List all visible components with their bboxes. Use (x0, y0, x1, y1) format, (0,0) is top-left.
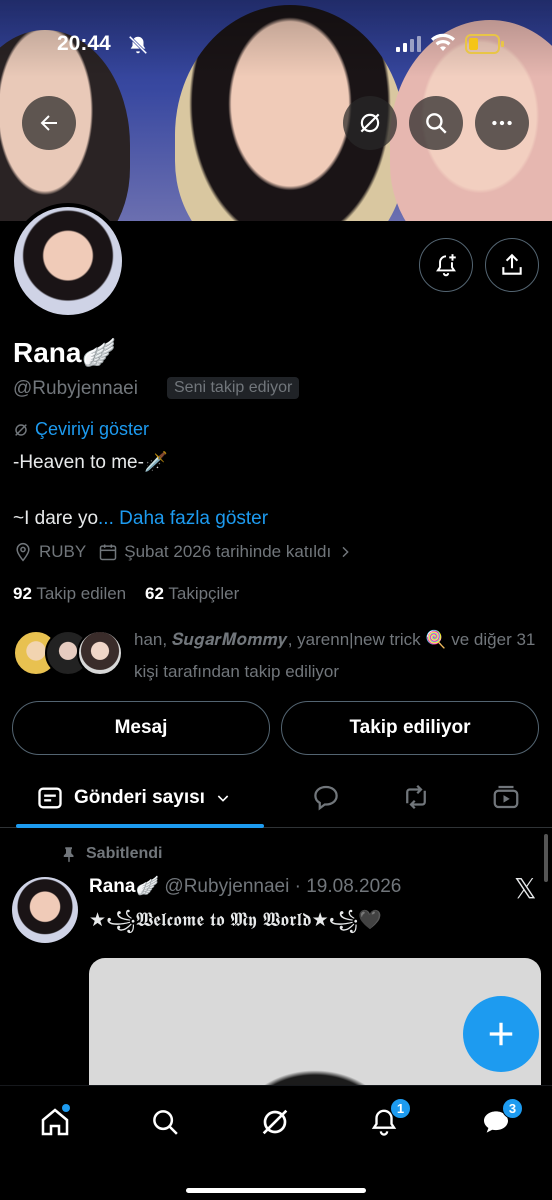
translate-label: Çeviriyi göster (35, 419, 150, 439)
location-text: RUBY (39, 542, 87, 561)
post-author-emoji: 🪽 (135, 876, 160, 897)
x-logo-icon[interactable]: 𝕏 (514, 872, 537, 905)
battery-icon (465, 33, 505, 60)
location-icon (16, 542, 30, 562)
arrow-left-icon (40, 115, 57, 131)
pinned-text: Sabitlendi (86, 845, 163, 862)
grok-icon (360, 113, 380, 133)
status-bar: 20:44 (0, 30, 552, 60)
show-more-link[interactable]: Daha fazla göster (119, 508, 268, 529)
active-tab-indicator (16, 824, 264, 828)
followers-link[interactable]: 62 Takipçiler (145, 584, 239, 603)
bottom-navigation: 1 3 (0, 1085, 552, 1200)
followers-label: Takipçiler (168, 584, 240, 603)
chevron-right-icon[interactable] (337, 544, 353, 560)
status-time: 20:44 (57, 32, 111, 55)
following-label: Takip edilen (36, 584, 127, 603)
bio-line-2-text: ~I dare yo (13, 508, 99, 529)
translate-bio-link[interactable]: Çeviriyi göster (13, 419, 149, 440)
post-date: 19.08.2026 (306, 876, 402, 897)
home-indicator[interactable] (186, 1188, 366, 1193)
profile-name: Rana🪽 (13, 336, 116, 369)
pinned-label: Sabitlendi (60, 845, 162, 863)
follows-you-badge: Seni takip ediyor (167, 377, 300, 399)
post-separator: · (294, 876, 301, 897)
search-icon (153, 1110, 178, 1135)
joined-date: Şubat 2026 tarihinde katıldı (124, 542, 332, 561)
following-button[interactable]: Takip ediliyor (281, 701, 539, 755)
bio-line-2: ~I dare yo... Daha fazla göster (13, 508, 268, 530)
post-author-avatar[interactable] (12, 877, 78, 943)
tab-replies[interactable] (311, 782, 341, 817)
plus-icon (489, 1022, 513, 1046)
tab-posts-label: Gönderi sayısı (74, 787, 205, 808)
following-count: 92 (13, 584, 32, 603)
silent-mode-icon (127, 34, 149, 61)
scrollbar[interactable] (544, 834, 548, 882)
name-emoji: 🪽 (81, 337, 117, 368)
post-author-handle[interactable]: @Rubyjennaei (164, 876, 289, 897)
share-profile-button[interactable] (485, 238, 539, 292)
calendar-icon (99, 544, 117, 561)
mutual-followers-avatars[interactable] (13, 630, 123, 680)
notifications-badge: 1 (390, 1098, 411, 1119)
profile-avatar[interactable] (10, 203, 126, 319)
reply-bubble-icon (314, 785, 338, 811)
followed-by-text[interactable]: han, 𝑺𝒖𝒈𝒂𝒓𝑴𝒐𝒎𝒎𝒚, yarenn|new trick 🍭 ve d… (134, 624, 539, 688)
tab-posts[interactable]: Gönderi sayısı (36, 784, 231, 812)
profile-meta: RUBY Şubat 2026 tarihinde katıldı (13, 542, 353, 562)
search-button[interactable] (409, 96, 463, 150)
back-button[interactable] (22, 96, 76, 150)
tab-reposts[interactable] (400, 782, 432, 817)
bell-plus-icon (436, 254, 456, 277)
tab-media[interactable] (490, 782, 522, 817)
grok-button[interactable] (343, 96, 397, 150)
grok-icon (15, 423, 27, 436)
post-header: Rana🪽 @Rubyjennaei · 19.08.2026 (89, 874, 401, 898)
profile-name-text: Rana (13, 337, 82, 368)
repost-icon (406, 784, 426, 810)
nav-grok[interactable] (255, 1102, 295, 1142)
pin-icon (63, 847, 74, 863)
chevron-down-icon (217, 795, 229, 802)
posts-icon (38, 787, 62, 809)
home-new-dot (62, 1104, 70, 1112)
cellular-signal-icon (396, 36, 422, 57)
share-icon (502, 253, 522, 275)
media-icon (493, 785, 519, 809)
notifications-subscribe-button[interactable] (419, 238, 473, 292)
nav-search[interactable] (145, 1102, 185, 1142)
following-link[interactable]: 92 Takip edilen (13, 584, 126, 603)
message-button[interactable]: Mesaj (12, 701, 270, 755)
more-horizontal-icon (492, 120, 512, 126)
followers-count: 62 (145, 584, 164, 603)
messages-badge: 3 (502, 1098, 523, 1119)
post-text: ★꧁𝖂𝖊𝖑𝖈𝖔𝖒𝖊 𝖙𝖔 𝕸𝖞 𝖂𝖔𝖗𝖑𝖉★꧁🖤 (89, 909, 382, 931)
profile-handle: @Rubyjennaei (13, 378, 138, 399)
grok-icon (262, 1109, 288, 1135)
follow-stats: 92 Takip edilen 62 Takipçiler (13, 584, 239, 604)
profile-tabs: Gönderi sayısı (0, 768, 552, 828)
bio-ellipsis: ... (98, 508, 114, 529)
mutual-avatar (77, 630, 123, 676)
compose-post-button[interactable] (463, 996, 539, 1072)
post-author-name[interactable]: Rana (89, 876, 135, 897)
bio-line-1: -Heaven to me-🗡️ (13, 452, 168, 473)
more-options-button[interactable] (475, 96, 529, 150)
search-icon (426, 113, 447, 134)
wifi-icon (430, 33, 456, 58)
